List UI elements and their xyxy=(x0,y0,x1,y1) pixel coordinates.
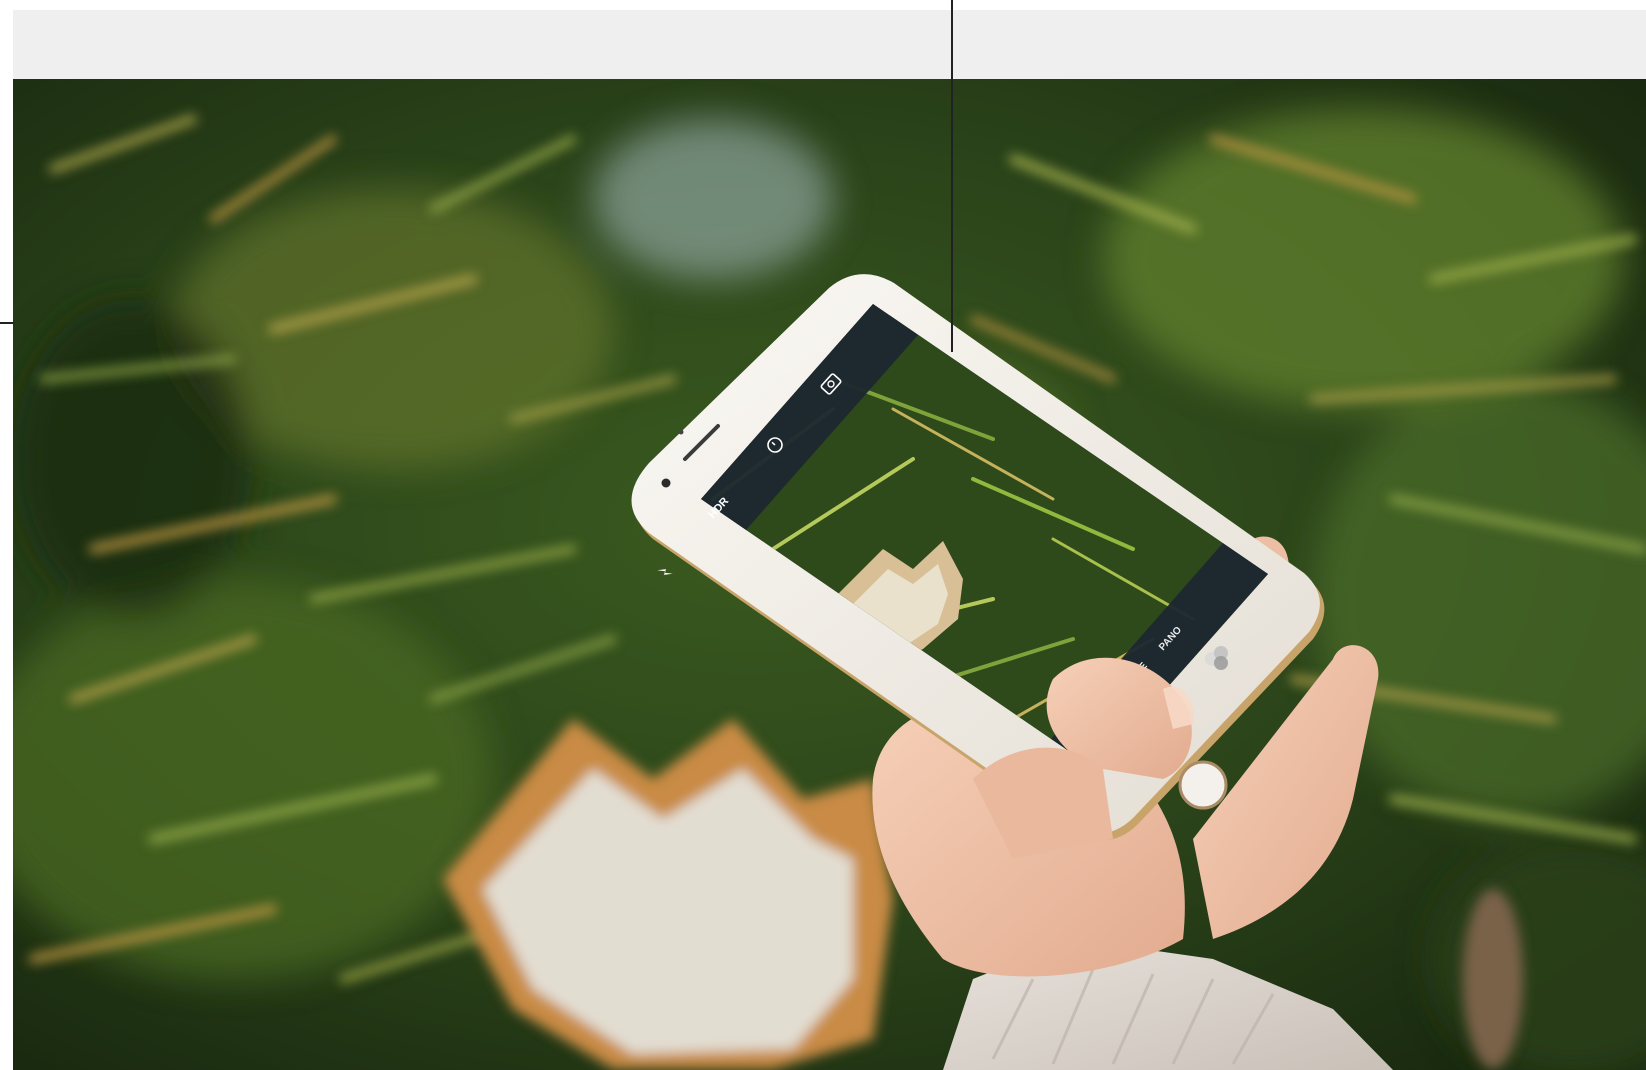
crop-guide-vertical xyxy=(951,0,953,352)
top-band xyxy=(13,10,1646,79)
home-button[interactable] xyxy=(1178,760,1228,810)
front-camera xyxy=(661,478,671,488)
crop-guide-horizontal xyxy=(0,322,14,324)
twig xyxy=(1463,889,1523,1069)
photo: HDR E PANO xyxy=(13,79,1646,1070)
proximity-sensor xyxy=(678,429,684,435)
